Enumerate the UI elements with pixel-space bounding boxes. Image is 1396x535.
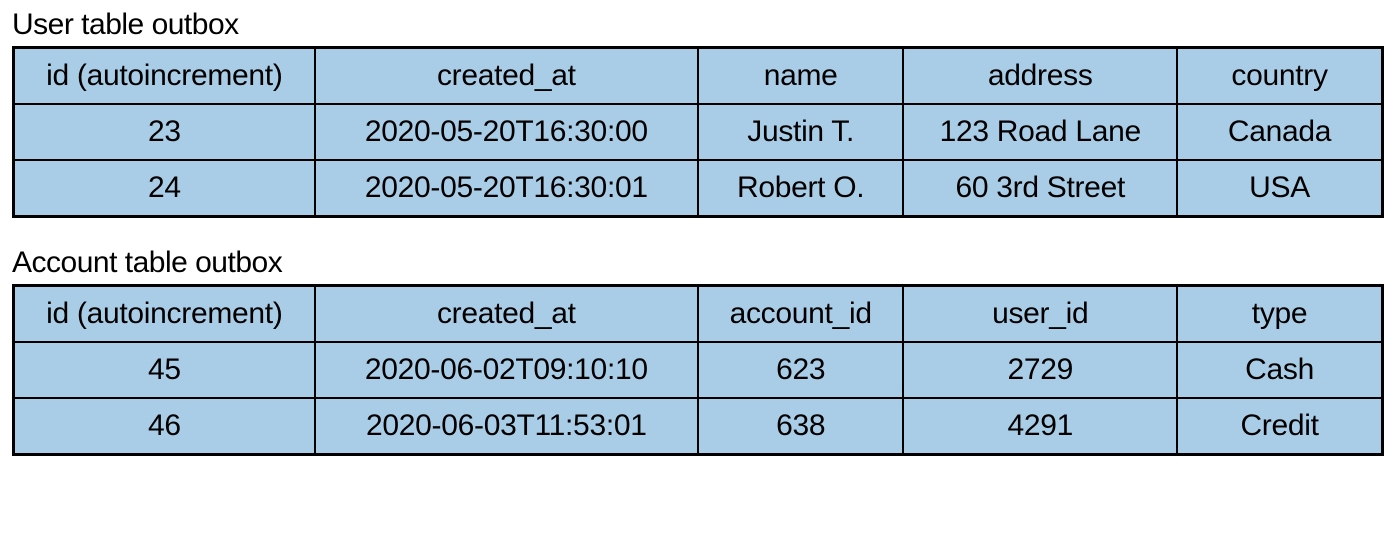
account-table-title: Account table outbox <box>12 246 1384 280</box>
cell-type: Credit <box>1177 398 1382 455</box>
cell-name: Justin T. <box>698 104 903 160</box>
cell-type: Cash <box>1177 342 1382 398</box>
cell-created-at: 2020-05-20T16:30:00 <box>315 104 698 160</box>
user-table-title: User table outbox <box>12 8 1384 42</box>
table-row: 45 2020-06-02T09:10:10 623 2729 Cash <box>14 342 1383 398</box>
column-header: type <box>1177 286 1382 343</box>
table-row: 24 2020-05-20T16:30:01 Robert O. 60 3rd … <box>14 160 1383 217</box>
cell-address: 60 3rd Street <box>903 160 1177 217</box>
column-header: created_at <box>315 48 698 105</box>
cell-created-at: 2020-05-20T16:30:01 <box>315 160 698 217</box>
cell-address: 123 Road Lane <box>903 104 1177 160</box>
user-table-section: User table outbox id (autoincrement) cre… <box>12 8 1384 218</box>
cell-created-at: 2020-06-02T09:10:10 <box>315 342 698 398</box>
column-header: id (autoincrement) <box>14 286 315 343</box>
cell-user-id: 2729 <box>903 342 1177 398</box>
cell-account-id: 638 <box>698 398 903 455</box>
table-row: 23 2020-05-20T16:30:00 Justin T. 123 Roa… <box>14 104 1383 160</box>
cell-user-id: 4291 <box>903 398 1177 455</box>
account-table: id (autoincrement) created_at account_id… <box>12 284 1384 456</box>
table-header-row: id (autoincrement) created_at name addre… <box>14 48 1383 105</box>
cell-id: 46 <box>14 398 315 455</box>
cell-id: 23 <box>14 104 315 160</box>
column-header: country <box>1177 48 1382 105</box>
table-header-row: id (autoincrement) created_at account_id… <box>14 286 1383 343</box>
cell-id: 24 <box>14 160 315 217</box>
account-table-section: Account table outbox id (autoincrement) … <box>12 246 1384 456</box>
user-table: id (autoincrement) created_at name addre… <box>12 46 1384 218</box>
table-row: 46 2020-06-03T11:53:01 638 4291 Credit <box>14 398 1383 455</box>
cell-country: Canada <box>1177 104 1382 160</box>
cell-country: USA <box>1177 160 1382 217</box>
cell-id: 45 <box>14 342 315 398</box>
column-header: address <box>903 48 1177 105</box>
column-header: created_at <box>315 286 698 343</box>
cell-created-at: 2020-06-03T11:53:01 <box>315 398 698 455</box>
cell-name: Robert O. <box>698 160 903 217</box>
column-header: id (autoincrement) <box>14 48 315 105</box>
column-header: user_id <box>903 286 1177 343</box>
column-header: name <box>698 48 903 105</box>
cell-account-id: 623 <box>698 342 903 398</box>
column-header: account_id <box>698 286 903 343</box>
